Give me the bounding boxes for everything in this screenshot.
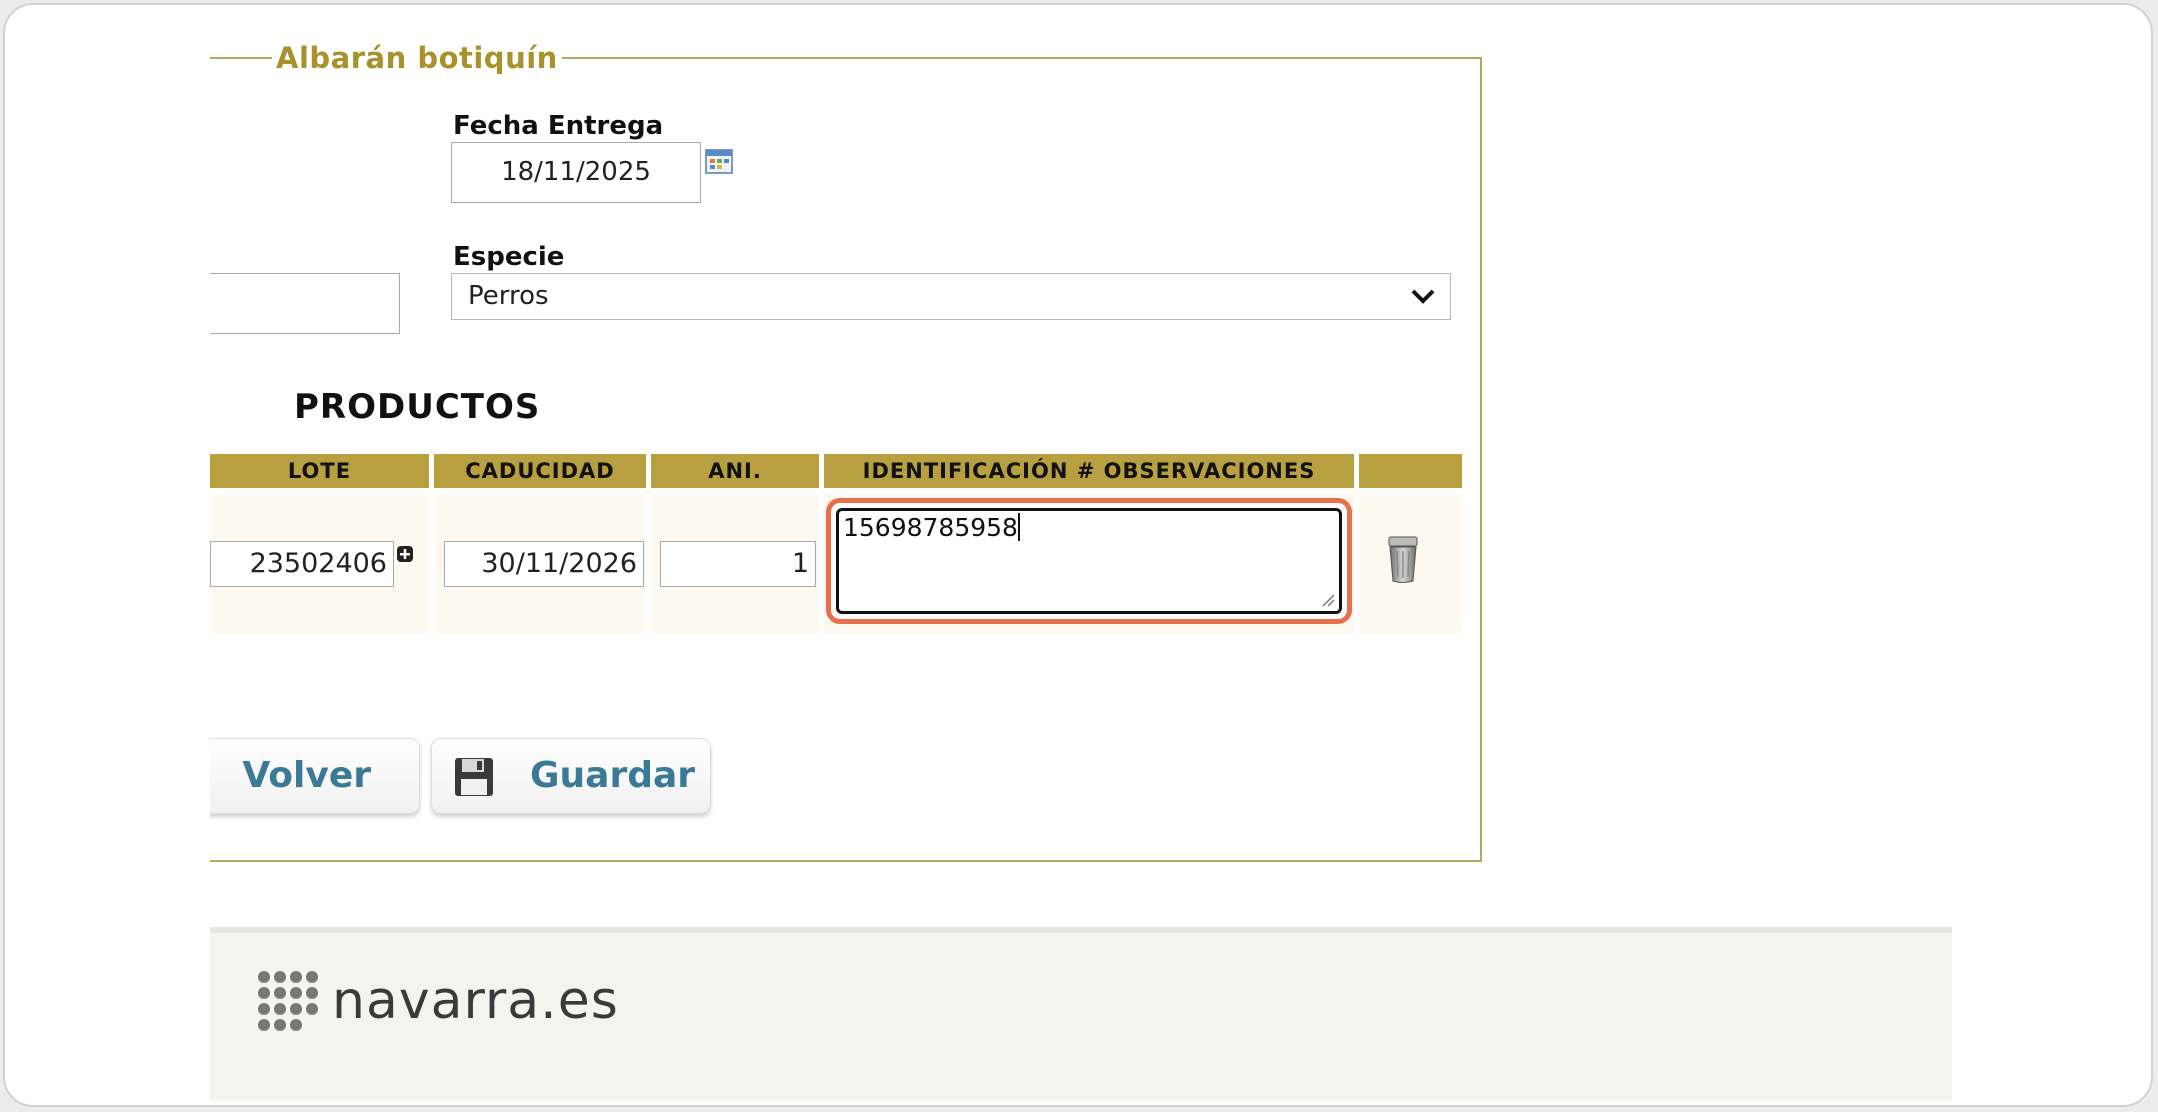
caducidad-input[interactable]: 30/11/2026 (444, 541, 644, 587)
volver-button[interactable]: Volver (210, 738, 420, 814)
especie-select[interactable]: Perros (451, 273, 1451, 320)
guardar-button[interactable]: Guardar (431, 738, 711, 814)
text-caret (1017, 513, 1020, 541)
left-field-input[interactable] (210, 273, 400, 334)
column-header-actions (1359, 454, 1462, 488)
footer: navarra.es (210, 927, 1952, 1101)
volver-label: Volver (242, 755, 371, 796)
ani-input[interactable]: 1 (660, 541, 816, 587)
column-header-lote: LOTE (210, 454, 429, 488)
navarra-logo-icon (258, 971, 318, 1031)
productos-title: PRODUCTOS (294, 387, 541, 427)
column-header-caducidad: CADUCIDAD (434, 454, 646, 488)
observaciones-textarea[interactable]: 15698785958 (836, 508, 1342, 614)
browser-frame: Albarán botiquín Fecha Entrega 18/11/202… (3, 3, 2153, 1107)
observaciones-highlight: 15698785958 (826, 498, 1352, 624)
page-content: Albarán botiquín Fecha Entrega 18/11/202… (210, 5, 1960, 1105)
column-header-observaciones: IDENTIFICACIÓN # OBSERVACIONES (824, 454, 1354, 488)
fecha-entrega-input[interactable]: 18/11/2025 (451, 142, 701, 203)
fecha-entrega-label: Fecha Entrega (453, 111, 664, 141)
fieldset-legend: Albarán botiquín (272, 41, 562, 75)
floppy-disk-icon (455, 758, 493, 796)
trash-icon[interactable] (1385, 535, 1421, 585)
observaciones-text: 15698785958 (843, 513, 1018, 542)
column-header-ani: ANI. (651, 454, 819, 488)
especie-selected-value: Perros (468, 281, 549, 311)
resize-handle-icon[interactable] (1319, 591, 1335, 607)
especie-label: Especie (453, 242, 565, 272)
calendar-icon[interactable] (705, 148, 733, 174)
guardar-label: Guardar (530, 755, 696, 796)
lote-input[interactable]: 23502406 (210, 541, 394, 587)
footer-brand[interactable]: navarra.es (332, 971, 619, 1031)
chevron-down-icon (1411, 289, 1435, 304)
add-lote-icon[interactable] (396, 545, 414, 563)
